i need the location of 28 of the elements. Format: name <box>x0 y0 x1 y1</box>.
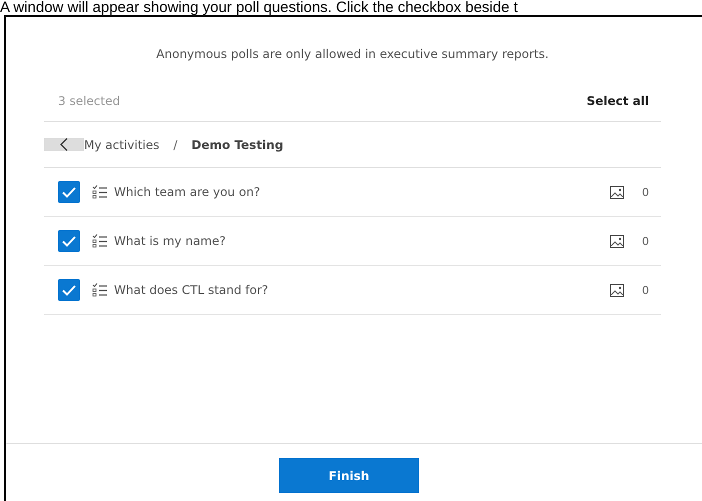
selected-count: 3 selected <box>58 94 120 108</box>
checkmark-icon <box>62 186 76 198</box>
finish-button[interactable]: Finish <box>279 458 419 493</box>
select-all-button[interactable]: Select all <box>586 94 649 108</box>
notice-text: Anonymous polls are only allowed in executive summary reports. <box>155 46 550 63</box>
checkbox[interactable] <box>58 181 80 203</box>
checklist-icon <box>92 234 108 248</box>
checklist-icon <box>92 185 108 199</box>
checkbox[interactable] <box>58 279 80 301</box>
checkmark-icon <box>62 284 76 296</box>
question-title: Which team are you on? <box>114 185 262 199</box>
image-icon <box>610 284 624 296</box>
checklist-icon <box>92 283 108 297</box>
breadcrumb-link[interactable]: My activities <box>84 138 160 152</box>
question-title: What does CTL stand for? <box>114 283 270 297</box>
checkbox[interactable] <box>58 230 80 252</box>
breadcrumb-separator: / <box>173 138 178 152</box>
checkmark-icon <box>62 236 76 246</box>
image-icon <box>610 186 624 198</box>
image-count: 0 <box>642 186 649 198</box>
back-button[interactable] <box>44 138 84 151</box>
back-icon <box>60 138 68 151</box>
image-count: 0 <box>642 284 649 296</box>
instruction-text: A window will appear showing your poll questions. Click the checkbox beside t <box>0 0 519 15</box>
breadcrumb-current: Demo Testing <box>191 138 284 152</box>
image-icon <box>610 234 624 248</box>
question-title: What is my name? <box>114 234 227 248</box>
image-count: 0 <box>642 234 649 248</box>
